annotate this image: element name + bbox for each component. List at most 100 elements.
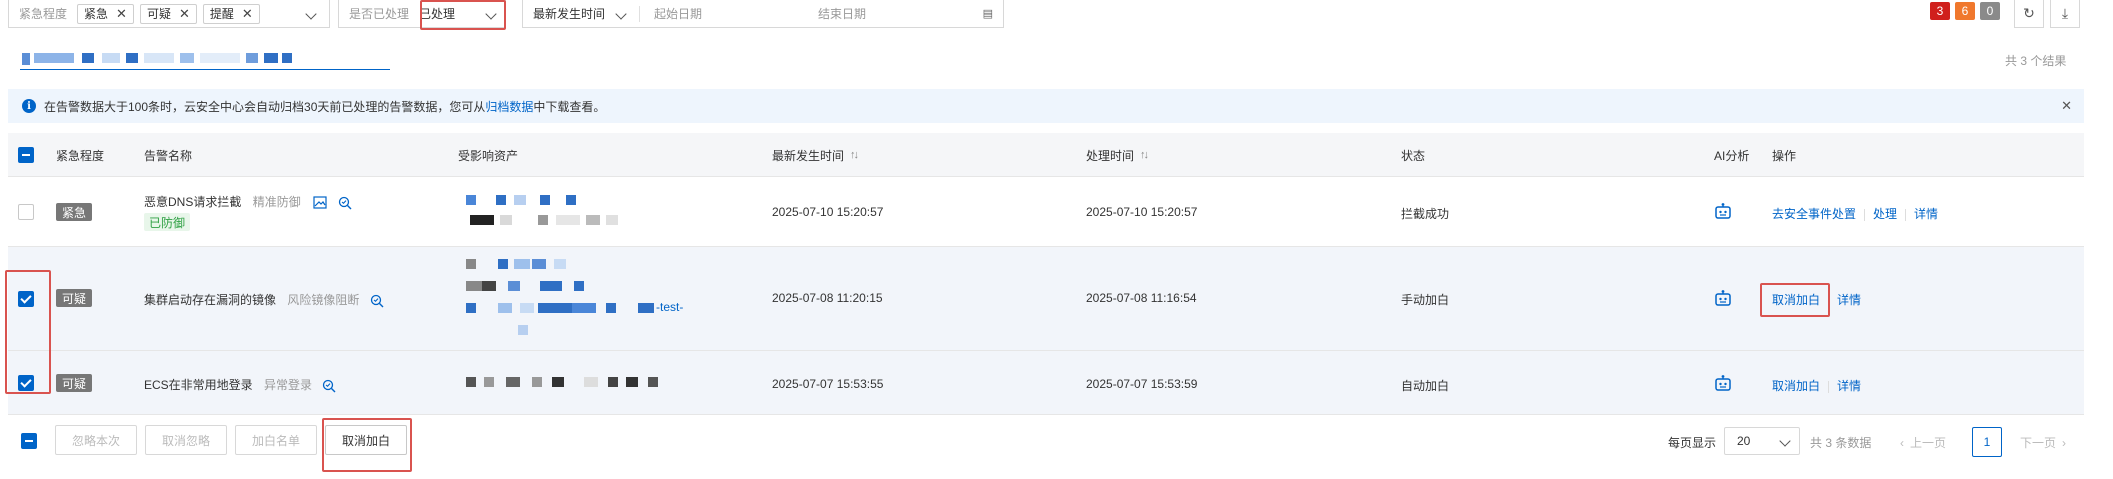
close-icon[interactable]: ✕	[179, 7, 190, 20]
per-page-select[interactable]: 20	[1724, 427, 1800, 455]
urgency-level-badge: 紧急	[56, 203, 93, 221]
row-checkbox[interactable]	[18, 375, 34, 391]
ai-analysis-icon[interactable]	[1714, 202, 1732, 220]
process-time-cell: 2025-07-07 15:53:59	[1086, 377, 1198, 391]
add-whitelist-button[interactable]: 加白名单	[235, 425, 317, 455]
time-range-filter[interactable]: 最新发生时间 起始日期 结束日期 ▤	[522, 0, 1004, 28]
prev-page-button[interactable]: ‹ 上一页	[1900, 434, 1946, 451]
alert-name-link[interactable]: 集群启动存在漏洞的镜像	[144, 293, 276, 307]
chevron-left-icon: ‹	[1900, 436, 1904, 450]
handle-link[interactable]: 处理	[1873, 207, 1897, 221]
close-icon[interactable]: ✕	[116, 7, 127, 20]
th-latest-time[interactable]: 最新发生时间 ↑↓	[772, 133, 859, 177]
refresh-icon: ↻	[2023, 5, 2035, 21]
alert-type: 精准防御	[252, 195, 301, 209]
status-cell: 拦截成功	[1401, 207, 1450, 221]
th-ai: AI分析	[1714, 148, 1750, 163]
download-button[interactable]: ⤓	[2050, 0, 2080, 28]
latest-time-cell: 2025-07-07 15:53:55	[772, 377, 884, 391]
affected-asset-cell[interactable]: -test-	[458, 259, 718, 341]
urgency-tag-urgent[interactable]: 紧急 ✕	[77, 3, 134, 24]
search-analysis-icon[interactable]	[369, 293, 385, 309]
urgency-filter-label: 紧急程度	[19, 7, 68, 21]
page-number-1[interactable]: 1	[1972, 427, 2002, 457]
urgency-level-badge: 可疑	[56, 289, 93, 307]
count-badge-reminder[interactable]: 0	[1980, 2, 2000, 20]
affected-asset-cell[interactable]	[458, 377, 678, 391]
per-page-label: 每页显示	[1668, 436, 1717, 450]
asset-name-suffix[interactable]: -test-	[656, 300, 683, 314]
alert-type: 风险镜像阻断	[287, 293, 360, 307]
alert-name-cell: ECS在非常用地登录 异常登录	[144, 376, 337, 394]
ai-analysis-icon[interactable]	[1714, 289, 1732, 307]
sort-icon[interactable]: ↑↓	[850, 149, 859, 161]
goto-security-event-link[interactable]: 去安全事件处置	[1772, 207, 1856, 221]
cancel-whitelist-button[interactable]: 取消加白	[325, 425, 407, 455]
urgency-tag-reminder[interactable]: 提醒 ✕	[202, 3, 260, 24]
latest-time-cell: 2025-07-08 11:20:15	[772, 291, 883, 305]
row-checkbox[interactable]	[18, 204, 34, 220]
details-link[interactable]: 详情	[1914, 207, 1938, 221]
count-badge-suspicious[interactable]: 6	[1955, 2, 1975, 20]
table-row: 可疑 ECS在非常用地登录 异常登录 2025-07-07 15:53:55 2…	[8, 351, 2084, 415]
chevron-down-icon[interactable]	[305, 7, 317, 21]
details-link[interactable]: 详情	[1837, 379, 1861, 393]
close-icon[interactable]: ✕	[2061, 98, 2072, 114]
th-name: 告警名称	[144, 148, 193, 163]
alert-name-link[interactable]: 恶意DNS请求拦截	[144, 195, 241, 209]
chevron-down-icon[interactable]	[485, 7, 497, 21]
select-all-checkbox[interactable]	[18, 147, 34, 163]
th-process-time[interactable]: 处理时间 ↑↓	[1086, 133, 1149, 177]
divider	[639, 5, 641, 22]
cancel-ignore-button[interactable]: 取消忽略	[145, 425, 227, 455]
details-link[interactable]: 详情	[1837, 293, 1861, 307]
search-input[interactable]	[20, 46, 390, 70]
process-time-cell: 2025-07-08 11:16:54	[1086, 291, 1197, 305]
table-row: 可疑 集群启动存在漏洞的镜像 风险镜像阻断 -test- 2025-07-08 …	[8, 247, 2084, 351]
process-time-cell: 2025-07-10 15:20:57	[1086, 205, 1198, 219]
alert-name-link[interactable]: ECS在非常用地登录	[144, 378, 253, 392]
urgency-filter[interactable]: 紧急程度 紧急 ✕ 可疑 ✕ 提醒 ✕	[8, 0, 330, 28]
notice-text-before: 在告警数据大于100条时，云安全中心会自动归档30天前已处理的告警数据，您可从	[44, 99, 486, 114]
refresh-button[interactable]: ↻	[2014, 0, 2044, 28]
search-analysis-icon[interactable]	[337, 195, 353, 211]
ops-cell: 取消加白 详情	[1772, 291, 1861, 308]
table-row: 紧急 恶意DNS请求拦截 精准防御 已防御 2025-07-10 15:20:5…	[8, 177, 2084, 247]
end-date-input[interactable]: 结束日期	[818, 5, 866, 22]
chevron-down-icon[interactable]	[615, 7, 627, 21]
result-count: 共 3 个结果	[2005, 54, 2067, 68]
close-icon[interactable]: ✕	[242, 7, 253, 20]
footer-select-all-checkbox[interactable]	[21, 433, 37, 449]
th-status: 状态	[1401, 148, 1426, 163]
archive-data-link[interactable]: 归档数据	[485, 98, 533, 115]
ai-analysis-icon[interactable]	[1714, 374, 1732, 392]
defended-tag: 已防御	[144, 213, 191, 231]
urgency-level-badge: 可疑	[56, 374, 93, 392]
image-icon[interactable]	[312, 195, 328, 211]
table-header: 紧急程度 告警名称 受影响资产 最新发生时间 ↑↓ 处理时间 ↑↓ 状态 AI分析 …	[8, 133, 2084, 177]
processed-filter[interactable]: 是否已处理 已处理	[338, 0, 506, 28]
processed-filter-value: 已处理	[419, 7, 456, 21]
search-analysis-icon[interactable]	[321, 378, 337, 394]
notice-text-after: 中下载查看。	[533, 99, 606, 114]
ignore-once-button[interactable]: 忽略本次	[55, 425, 137, 455]
ops-cell: 取消加白 详情	[1772, 377, 1861, 394]
row-checkbox[interactable]	[18, 291, 34, 307]
count-badge-urgent[interactable]: 3	[1930, 2, 1950, 20]
cancel-whitelist-link[interactable]: 取消加白	[1772, 379, 1820, 393]
cancel-whitelist-link[interactable]: 取消加白	[1772, 293, 1820, 307]
download-icon: ⤓	[2061, 5, 2069, 21]
th-ops: 操作	[1772, 148, 1797, 163]
alert-type: 异常登录	[264, 378, 313, 392]
urgency-tag-suspicious[interactable]: 可疑 ✕	[139, 3, 197, 24]
chevron-down-icon	[1779, 434, 1791, 448]
th-asset: 受影响资产	[458, 148, 519, 163]
status-cell: 自动加白	[1401, 379, 1450, 393]
affected-asset-cell[interactable]	[458, 193, 678, 233]
sort-icon[interactable]: ↑↓	[1140, 149, 1149, 161]
start-date-input[interactable]: 起始日期	[654, 5, 702, 22]
alert-name-cell: 集群启动存在漏洞的镜像 风险镜像阻断	[144, 291, 385, 309]
time-sort-select[interactable]: 最新发生时间	[533, 5, 605, 22]
calendar-icon[interactable]: ▤	[983, 7, 993, 20]
next-page-button[interactable]: 下一页 ›	[2020, 434, 2066, 451]
